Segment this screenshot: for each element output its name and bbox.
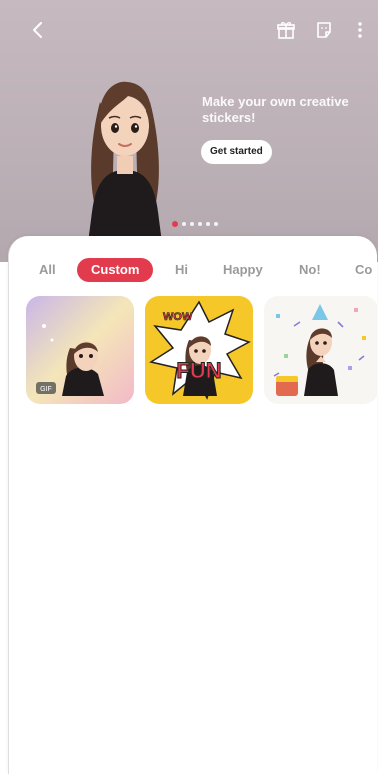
sticker-button[interactable] xyxy=(310,16,338,44)
gift-icon xyxy=(277,22,295,39)
promo-text: Make your own creative stickers! xyxy=(202,94,349,125)
sticker-thumbnail[interactable] xyxy=(264,296,377,404)
sticker-caption-fun: FUN xyxy=(176,358,221,383)
page-dot xyxy=(206,222,210,226)
tab-custom[interactable]: Custom xyxy=(77,258,154,282)
page-dot xyxy=(214,222,218,226)
more-options-button[interactable] xyxy=(346,16,374,44)
chevron-left-icon xyxy=(33,22,42,38)
category-tabs: All Custom Hi Happy No! Co xyxy=(9,258,377,282)
sticker-grid: GIF WOW FUN xyxy=(9,296,377,406)
sticker-thumbnail[interactable]: WOW FUN xyxy=(145,296,253,404)
get-started-button[interactable]: Get started xyxy=(201,140,272,164)
gift-button[interactable] xyxy=(272,16,300,44)
tab-no[interactable]: No! xyxy=(299,258,321,282)
sticker-sheet: All Custom Hi Happy No! Co GIF WOW FUN xyxy=(8,236,377,774)
tab-hi[interactable]: Hi xyxy=(175,258,188,282)
tab-happy[interactable]: Happy xyxy=(223,258,263,282)
page-dot xyxy=(190,222,194,226)
top-app-bar xyxy=(0,14,378,48)
more-vertical-icon xyxy=(358,22,362,38)
page-dot xyxy=(198,222,202,226)
gif-badge: GIF xyxy=(40,386,52,393)
ar-emoji-stickers-screen: Make your own creative stickers! Get sta… xyxy=(0,0,378,774)
back-button[interactable] xyxy=(24,16,52,44)
banner-page-indicator xyxy=(172,220,218,228)
tab-all[interactable]: All xyxy=(39,258,56,282)
hero-banner[interactable]: Make your own creative stickers! Get sta… xyxy=(0,0,378,262)
sticker-icon xyxy=(317,22,331,38)
sticker-thumbnail[interactable]: GIF xyxy=(26,296,134,404)
tab-co[interactable]: Co xyxy=(355,258,372,282)
page-dot xyxy=(182,222,186,226)
sticker-caption-wow: WOW xyxy=(163,311,193,323)
page-dot-active xyxy=(172,221,178,227)
avatar-illustration xyxy=(86,81,164,262)
